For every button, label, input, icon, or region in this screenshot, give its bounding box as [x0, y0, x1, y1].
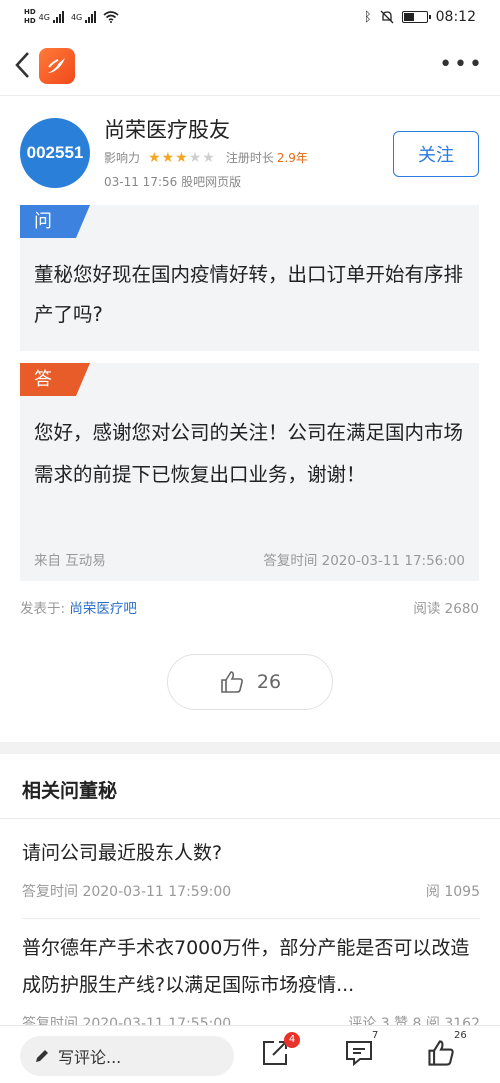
like-button[interactable]: 26 — [167, 654, 333, 710]
publish-label: 发表于: — [20, 601, 66, 617]
forum-link[interactable]: 尚荣医疗吧 — [69, 601, 137, 617]
answer-text: 您好，感谢您对公司的关注！公司在满足国内市场需求的前提下已恢复出口业务，谢谢！ — [34, 421, 464, 486]
network-type-right: 4G — [70, 12, 83, 22]
answer-box: 答 您好，感谢您对公司的关注！公司在满足国内市场需求的前提下已恢复出口业务，谢谢… — [20, 363, 479, 581]
answer-time: 答复时间 2020-03-11 17:56:00 — [263, 553, 465, 569]
list-item[interactable]: 请问公司最近股东人数? 答复时间 2020-03-11 17:59:00 阅 1… — [22, 835, 480, 901]
signal-bars-icon — [52, 11, 64, 23]
more-button[interactable]: ••• — [439, 52, 484, 77]
top-nav: ••• — [0, 36, 500, 96]
related-title: 相关问董秘 — [22, 780, 118, 802]
influence-stars: ★★★★★ — [148, 150, 216, 166]
bottom-like-button[interactable]: 26 — [426, 1030, 467, 1072]
signal-bars-icon — [85, 11, 97, 23]
like-count-badge: 26 — [454, 1030, 467, 1041]
star-empty-icon: ★ — [188, 149, 203, 166]
publish-row: 发表于: 尚荣医疗吧 阅读 2680 — [20, 597, 479, 617]
star-empty-icon: ★ — [202, 149, 216, 166]
read-count: 阅读 2680 — [413, 601, 479, 617]
signal-indicators: HD HD 4G 4G — [24, 8, 119, 26]
related-stats: 阅 1095 — [425, 884, 480, 900]
bottom-bar: 写评论... 4 7 26 — [0, 1025, 500, 1083]
hd-indicator: HD HD — [24, 8, 36, 25]
section-divider — [0, 742, 500, 754]
question-box: 问 董秘您好现在国内疫情好转，出口订单开始有序排产了吗? — [20, 205, 479, 351]
answer-source: 来自 互动易 — [34, 553, 106, 569]
comment-placeholder: 写评论... — [58, 1048, 122, 1067]
status-bar: HD HD 4G 4G ᛒ 08:12 — [0, 0, 500, 36]
related-time: 答复时间 2020-03-11 17:59:00 — [22, 884, 232, 900]
influence-label: 影响力 — [104, 151, 141, 165]
pencil-icon — [36, 1050, 48, 1062]
share-button[interactable]: 4 — [260, 1032, 300, 1072]
star-filled-icon: ★ — [161, 149, 176, 166]
wifi-icon — [103, 11, 119, 23]
list-item[interactable]: 普尔德年产手术衣7000万件，部分产能是否可以改造成防护服生产线?以满足国际市场… — [22, 930, 480, 1033]
comment-icon — [346, 1041, 372, 1067]
answer-tag: 答 — [20, 363, 90, 396]
question-tag: 问 — [20, 205, 90, 238]
comment-button[interactable]: 7 — [344, 1030, 378, 1072]
question-text: 董秘您好现在国内疫情好转，出口订单开始有序排产了吗? — [34, 263, 464, 326]
chevron-left-icon — [15, 52, 29, 78]
bluetooth-icon: ᛒ — [363, 9, 372, 25]
share-badge: 4 — [284, 1032, 300, 1048]
avatar[interactable]: 002551 — [20, 118, 90, 188]
battery-icon — [401, 11, 431, 23]
mute-bell-icon — [380, 10, 394, 24]
back-button[interactable] — [12, 50, 36, 82]
network-type-left: 4G — [38, 12, 50, 22]
related-question[interactable]: 普尔德年产手术衣7000万件，部分产能是否可以改造成防护服生产线?以满足国际市场… — [22, 930, 480, 1004]
like-count: 26 — [256, 671, 282, 693]
app-logo — [39, 48, 75, 84]
user-name[interactable]: 尚荣医疗股友 — [104, 114, 230, 144]
post-meta: 03-11 17:56 股吧网页版 — [104, 175, 242, 189]
comment-input[interactable]: 写评论... — [20, 1036, 234, 1076]
app-logo-icon — [48, 58, 65, 73]
thumbs-up-icon — [221, 671, 243, 693]
star-filled-icon: ★ — [148, 149, 162, 166]
divider — [22, 918, 480, 919]
divider — [0, 818, 500, 819]
registration-label: 注册时长 — [225, 151, 274, 165]
related-meta: 答复时间 2020-03-11 17:59:00 阅 1095 — [22, 881, 480, 901]
system-indicators: ᛒ 08:12 — [364, 9, 476, 25]
follow-button[interactable]: 关注 — [393, 131, 479, 177]
related-question[interactable]: 请问公司最近股东人数? — [22, 835, 480, 872]
star-filled-icon: ★ — [175, 149, 189, 166]
user-meta: 影响力 ★★★★★ 注册时长 2.9年 — [104, 149, 308, 166]
clock: 08:12 — [435, 9, 476, 25]
comment-count: 7 — [372, 1030, 379, 1041]
registration-value: 2.9年 — [276, 151, 308, 165]
thumbs-up-icon — [428, 1040, 454, 1066]
